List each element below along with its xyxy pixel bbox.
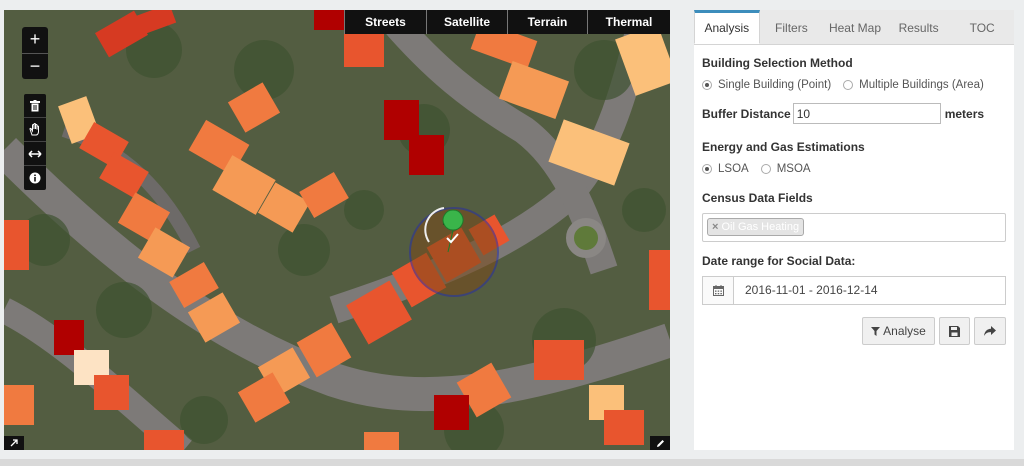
measure-icon[interactable] [24,142,46,166]
tab-analysis[interactable]: Analysis [694,10,760,44]
radio-single-building[interactable]: Single Building (Point) [702,79,831,91]
tab-toc[interactable]: TOC [950,10,1014,44]
tab-filters[interactable]: Filters [760,10,824,44]
building-footprint[interactable] [649,250,670,310]
radio-multiple-buildings[interactable]: Multiple Buildings (Area) [843,79,984,91]
buffer-distance-input[interactable] [792,103,941,124]
action-buttons: Analyse [702,317,1006,345]
building-footprint[interactable] [604,410,644,445]
share-button[interactable] [974,317,1006,345]
radio-dot [702,80,712,90]
radio-label: LSOA [718,163,749,175]
building-footprint[interactable] [409,135,444,175]
date-range-value: 2016-11-01 - 2016-12-14 [745,283,878,297]
pencil-icon[interactable] [650,436,670,450]
layer-tabs: Streets Satellite Terrain Thermal [344,10,670,34]
hand-icon[interactable] [24,118,46,142]
buffer-row: Buffer Distance meters [702,103,1006,124]
date-range-label: Date range for Social Data: [702,254,856,268]
radio-dot [702,164,712,174]
zoom-in-button[interactable]: + [22,27,48,53]
save-button[interactable] [939,317,970,345]
building-footprint[interactable] [384,100,419,140]
layer-tab-thermal[interactable]: Thermal [587,10,670,34]
building-footprint[interactable] [54,320,84,355]
layer-tab-streets[interactable]: Streets [344,10,426,34]
radio-dot [843,80,854,90]
buffer-label: Buffer Distance [702,106,791,121]
info-icon[interactable] [24,166,46,190]
building-selection-radios: Single Building (Point) Multiple Buildin… [702,79,1006,91]
tab-results[interactable]: Results [887,10,951,44]
radio-label: Single Building (Point) [718,79,832,91]
building-footprint[interactable] [434,395,469,430]
census-label: Census Data Fields [702,191,813,205]
tab-heat-map[interactable]: Heat Map [823,10,887,44]
census-tag[interactable]: × Oil Gas Heating [707,218,805,236]
building-footprint[interactable] [4,385,34,425]
radio-label: MSOA [776,163,811,175]
map-view[interactable]: Streets Satellite Terrain Thermal + − [4,10,670,450]
census-fields-select[interactable]: × Oil Gas Heating [702,213,1006,242]
layer-tab-satellite[interactable]: Satellite [426,10,507,34]
building-footprint[interactable] [4,220,29,270]
save-icon [949,325,960,337]
radio-dot [760,164,771,174]
trash-icon[interactable] [24,94,46,118]
building-footprint[interactable] [344,32,384,67]
census-tag-label: Oil Gas Heating [721,221,800,233]
layer-tab-terrain[interactable]: Terrain [507,10,587,34]
page-footer-bar [0,459,1024,466]
analysis-panel: Analysis Filters Heat Map Results TOC Bu… [694,10,1014,450]
analyse-label: Analyse [883,324,926,338]
zoom-out-button[interactable]: − [22,53,48,79]
energy-label: Energy and Gas Estimations [702,140,865,154]
building-selection-label: Building Selection Method [702,56,853,70]
radio-label: Multiple Buildings (Area) [859,79,984,91]
building-footprint[interactable] [94,375,129,410]
remove-tag-icon[interactable]: × [712,221,718,233]
building-footprint[interactable] [144,430,184,450]
share-icon [984,326,996,336]
aerial-imagery [4,10,670,450]
map-toolbar [24,94,46,190]
buffer-unit: meters [944,106,985,121]
zoom-control: + − [22,27,48,79]
radio-lsoa[interactable]: LSOA [702,163,749,175]
panel-tabs: Analysis Filters Heat Map Results TOC [694,10,1014,45]
date-range-picker[interactable]: 2016-11-01 - 2016-12-14 [702,276,1006,305]
energy-radios: LSOA MSOA [702,163,1006,175]
expand-icon[interactable] [4,436,24,450]
calendar-icon[interactable] [703,277,734,304]
analyse-button[interactable]: Analyse [862,317,935,345]
building-footprint[interactable] [534,340,584,380]
radio-msoa[interactable]: MSOA [760,163,811,175]
building-footprint[interactable] [314,10,344,30]
building-footprint[interactable] [364,432,399,450]
filter-icon [871,326,881,336]
